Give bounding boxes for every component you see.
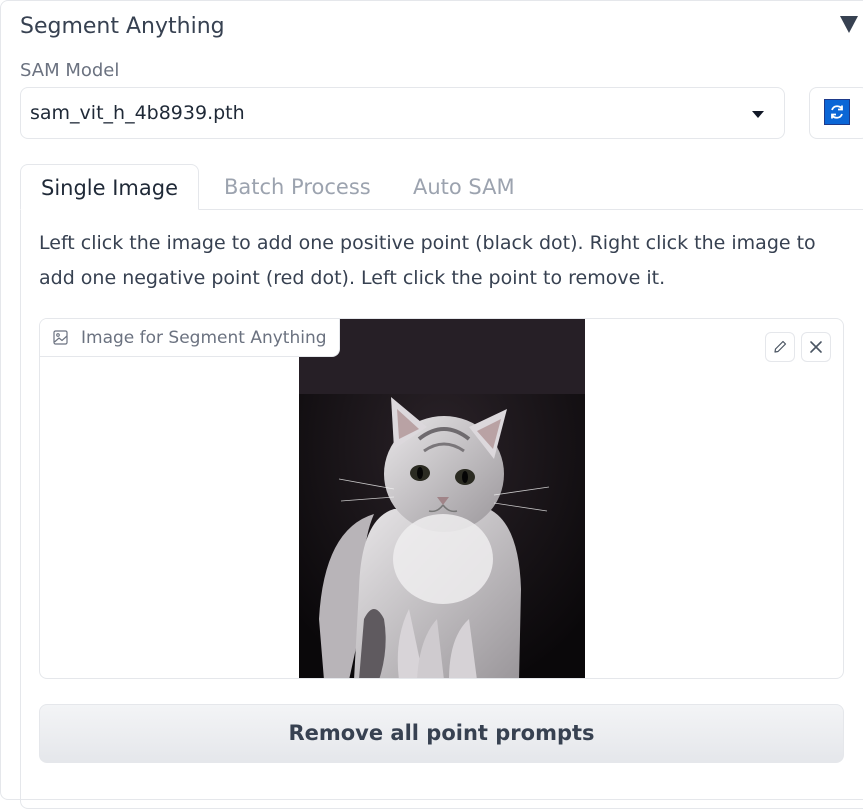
refresh-button-container — [809, 87, 863, 139]
remove-all-point-prompts-button[interactable]: Remove all point prompts — [39, 704, 844, 763]
refresh-icon — [831, 105, 843, 119]
sam-model-dropdown[interactable]: sam_vit_h_4b8939.pth — [20, 87, 785, 139]
refresh-button[interactable] — [824, 99, 850, 125]
image-label-text: Image for Segment Anything — [81, 327, 327, 348]
image-icon — [53, 330, 68, 345]
sam-model-selected-value: sam_vit_h_4b8939.pth — [30, 102, 245, 124]
image-component-label: Image for Segment Anything — [40, 319, 340, 357]
sam-model-label: SAM Model — [20, 60, 120, 81]
chevron-down-icon — [752, 111, 764, 118]
accordion-title[interactable]: Segment Anything — [20, 14, 225, 39]
pencil-icon — [774, 340, 787, 353]
edit-image-button[interactable] — [765, 332, 795, 362]
triangle-down-icon[interactable] — [840, 16, 858, 33]
close-icon — [810, 341, 822, 353]
tab-single-image[interactable]: Single Image — [20, 164, 199, 210]
tab-auto-sam[interactable]: Auto SAM — [413, 164, 515, 210]
cat-photo[interactable] — [299, 319, 585, 678]
clear-image-button[interactable] — [801, 332, 831, 362]
cat-photo-illustration — [299, 319, 585, 678]
image-upload-component: Image for Segment Anything — [39, 318, 844, 679]
instructions-text: Left click the image to add one positive… — [39, 232, 816, 289]
tab-batch-process[interactable]: Batch Process — [224, 164, 371, 210]
